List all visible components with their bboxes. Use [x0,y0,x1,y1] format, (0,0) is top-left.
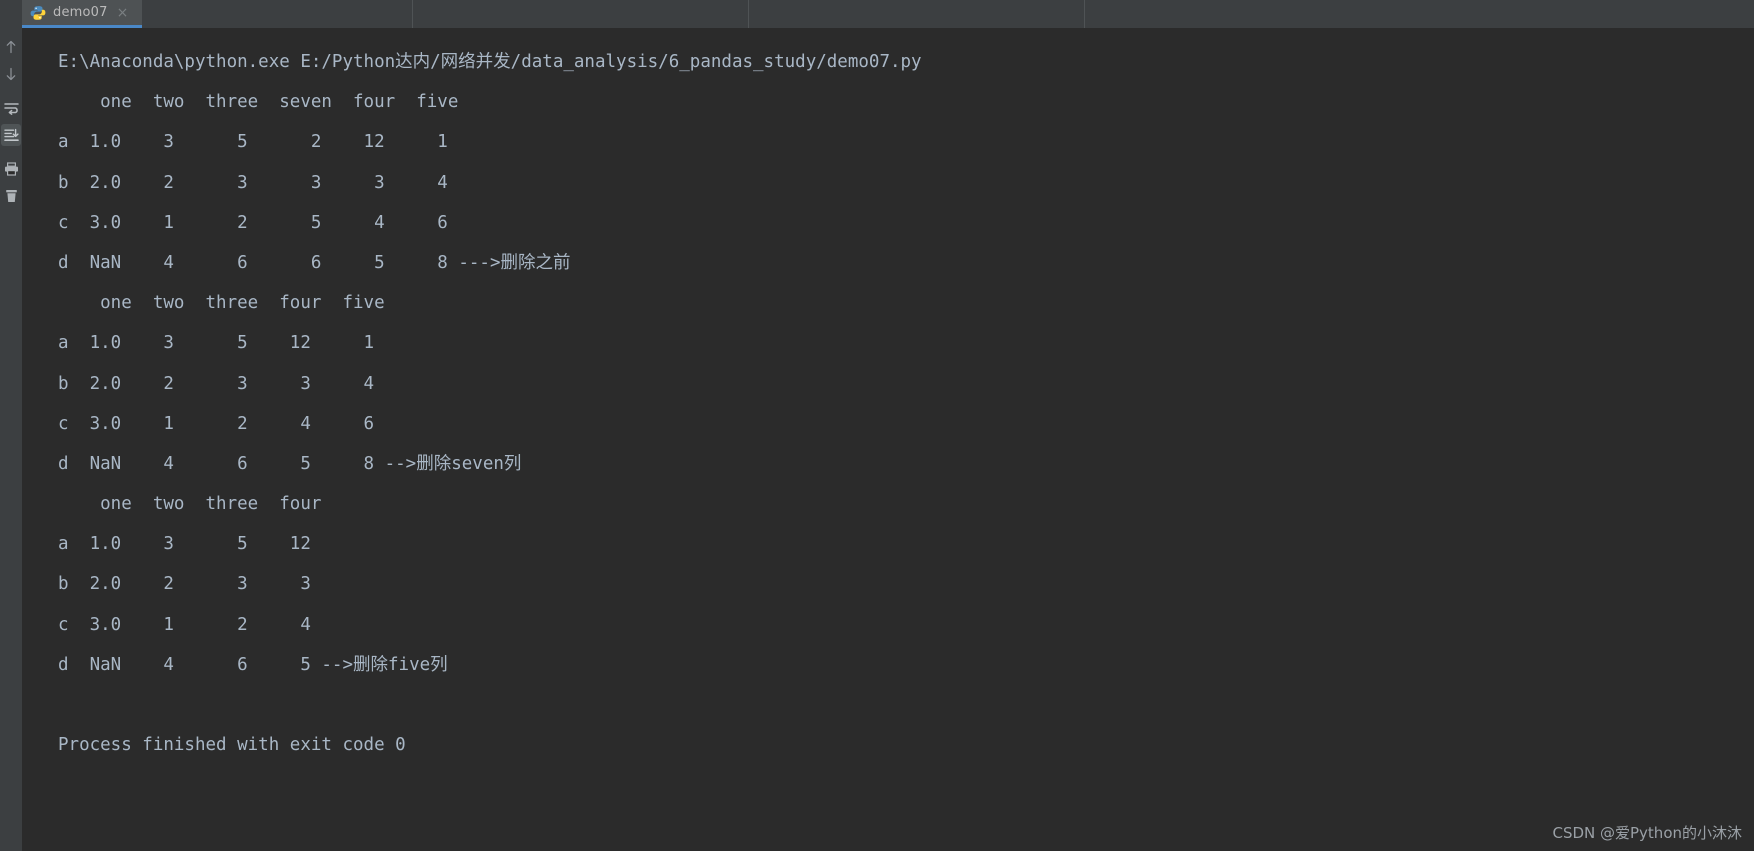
tab-bar-segment [142,0,412,28]
pycharm-run-window: demo07 × E:\Anaconda\python.exe E:/Pytho… [0,0,1754,851]
console-line: b 2.0 2 3 3 [58,574,311,595]
console-output[interactable]: E:\Anaconda\python.exe E:/Python达内/网络并发/… [22,28,1754,851]
run-toolbar [0,28,22,851]
tab-demo07[interactable]: demo07 × [22,0,142,28]
tab-bar: demo07 × [0,0,1754,28]
tab-bar-segment [413,0,748,28]
console-line: one two three seven four five [58,92,459,113]
close-icon[interactable]: × [117,6,129,20]
console-line: c 3.0 1 2 4 [58,614,311,635]
soft-wrap-icon[interactable] [1,97,21,119]
console-command-line: E:\Anaconda\python.exe E:/Python达内/网络并发/… [58,52,922,72]
console-line: a 1.0 3 5 2 12 1 [58,132,448,153]
console-line: d NaN 4 6 6 5 8 --->删除之前 [58,252,571,273]
console-line: c 3.0 1 2 5 4 6 [58,212,448,233]
scroll-down-icon[interactable] [1,63,21,85]
console-line: b 2.0 2 3 3 4 [58,373,375,394]
console-lines: E:\Anaconda\python.exe E:/Python达内/网络并发/… [22,38,1754,765]
console-line: d NaN 4 6 5 8 -->删除seven列 [58,453,522,474]
scroll-up-icon[interactable] [1,36,21,58]
run-window-body: E:\Anaconda\python.exe E:/Python达内/网络并发/… [0,28,1754,851]
scroll-to-end-icon[interactable] [1,124,21,146]
tab-bar-left-pad [0,0,22,28]
console-line: c 3.0 1 2 4 6 [58,413,375,434]
console-line: b 2.0 2 3 3 3 4 [58,172,448,193]
python-file-icon [30,5,46,21]
console-line: a 1.0 3 5 12 [58,534,311,555]
console-line: one two three four five [58,293,385,314]
tab-bar-segment [749,0,1084,28]
tab-label: demo07 [53,5,108,20]
watermark: CSDN @爱Python的小沐沐 [1552,824,1742,842]
tab-bar-filler [142,0,1754,28]
console-line: d NaN 4 6 5 -->删除five列 [58,654,448,675]
print-icon[interactable] [1,158,21,180]
trash-icon[interactable] [1,185,21,207]
tab-bar-segment [1085,0,1754,28]
console-line: a 1.0 3 5 12 1 [58,333,375,354]
console-line: one two three four [58,494,322,515]
console-exit-line: Process finished with exit code 0 [58,735,406,756]
